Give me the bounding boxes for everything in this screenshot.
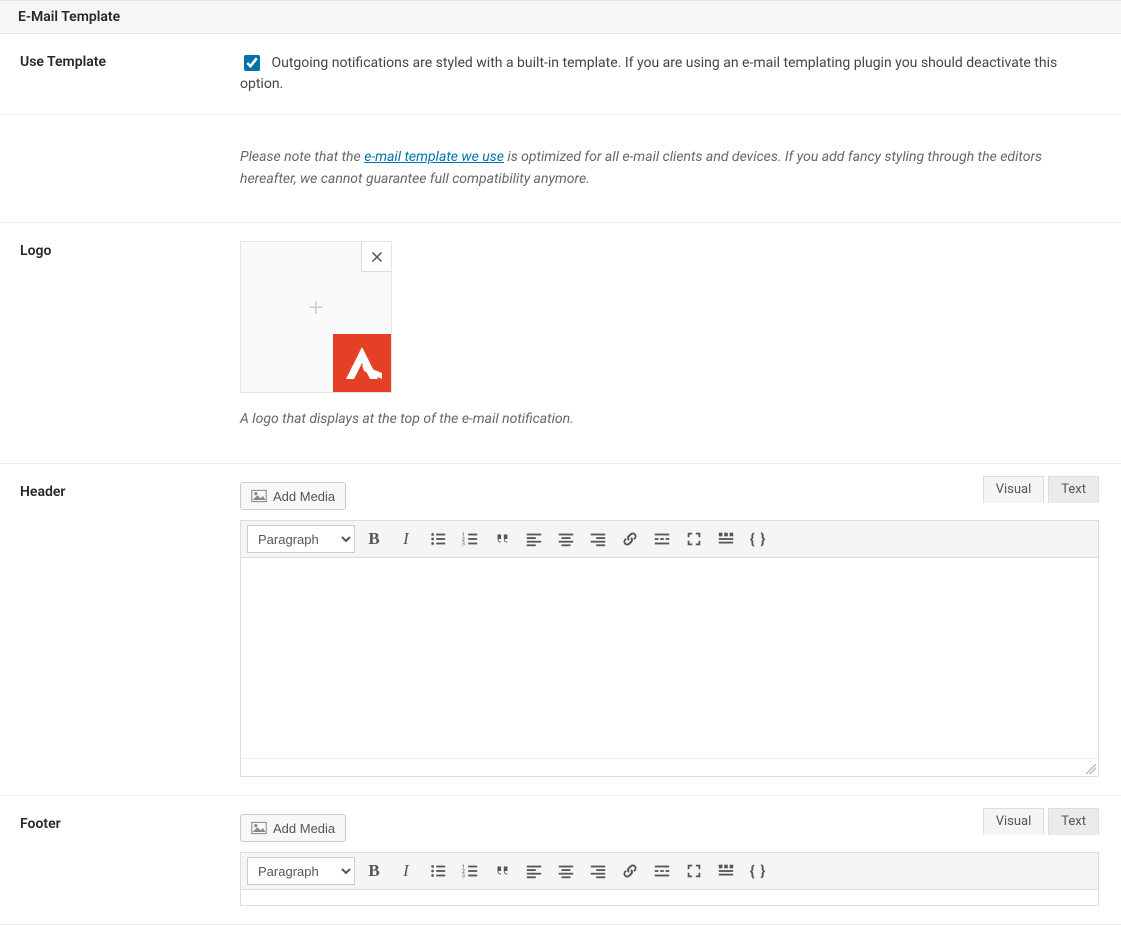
align-right-button[interactable]: [585, 858, 611, 884]
label-header: Header: [0, 464, 240, 796]
align-center-button[interactable]: [553, 526, 579, 552]
fullscreen-button[interactable]: [681, 858, 707, 884]
logo-thumbnail: [333, 334, 391, 392]
number-list-button[interactable]: 123: [457, 526, 483, 552]
header-editor-content[interactable]: [241, 558, 1098, 758]
svg-text:3: 3: [462, 873, 465, 879]
blockquote-button[interactable]: [489, 526, 515, 552]
bullet-list-button[interactable]: [425, 858, 451, 884]
row-use-template: Use Template Outgoing notifications are …: [0, 34, 1121, 115]
note-before: Please note that the: [240, 149, 364, 165]
media-icon: [251, 488, 267, 504]
tab-text-footer[interactable]: Text: [1048, 808, 1099, 835]
align-left-button[interactable]: [521, 858, 547, 884]
link-button[interactable]: [617, 858, 643, 884]
label-use-template: Use Template: [0, 34, 240, 115]
tab-visual-footer[interactable]: Visual: [983, 808, 1045, 835]
bold-button[interactable]: B: [361, 858, 387, 884]
tab-visual[interactable]: Visual: [983, 476, 1045, 503]
add-media-label: Add Media: [273, 821, 335, 836]
editor-statusbar: [241, 758, 1098, 776]
italic-button[interactable]: I: [393, 858, 419, 884]
format-select[interactable]: Paragraph: [247, 525, 355, 553]
section-header: E-Mail Template: [0, 0, 1121, 34]
close-icon: [371, 251, 383, 263]
align-center-button[interactable]: [553, 858, 579, 884]
footer-editor-content[interactable]: [241, 890, 1098, 905]
template-link[interactable]: e-mail template we use: [364, 149, 504, 165]
insert-more-button[interactable]: [649, 526, 675, 552]
shortcode-button[interactable]: { }: [745, 526, 771, 552]
row-note: Please note that the e-mail template we …: [0, 115, 1121, 223]
logo-remove-button[interactable]: [361, 242, 391, 272]
blockquote-button[interactable]: [489, 858, 515, 884]
align-right-button[interactable]: [585, 526, 611, 552]
italic-button[interactable]: I: [393, 526, 419, 552]
toolbar-toggle-button[interactable]: [713, 526, 739, 552]
insert-more-button[interactable]: [649, 858, 675, 884]
footer-editor: Paragraph B I 123 { }: [240, 852, 1099, 906]
link-button[interactable]: [617, 526, 643, 552]
label-logo: Logo: [0, 223, 240, 464]
use-template-checkbox[interactable]: [244, 55, 260, 71]
align-left-button[interactable]: [521, 526, 547, 552]
tab-text[interactable]: Text: [1048, 476, 1099, 503]
logo-upload-box[interactable]: +: [240, 241, 392, 393]
bold-button[interactable]: B: [361, 526, 387, 552]
header-editor: Paragraph B I 123 { }: [240, 520, 1099, 777]
use-template-field[interactable]: Outgoing notifications are styled with a…: [240, 55, 1057, 93]
logo-help: A logo that displays at the top of the e…: [240, 409, 1099, 431]
editor-toolbar: Paragraph B I 123 { }: [241, 521, 1098, 558]
svg-text:3: 3: [462, 541, 465, 547]
add-media-button[interactable]: Add Media: [240, 482, 346, 510]
settings-table: Use Template Outgoing notifications are …: [0, 34, 1121, 925]
row-header: Header Add Media Visual Text Paragraph B…: [0, 464, 1121, 796]
use-template-text: Outgoing notifications are styled with a…: [240, 55, 1057, 93]
row-logo: Logo + A logo that displays at the top o…: [0, 223, 1121, 464]
add-media-button-footer[interactable]: Add Media: [240, 814, 346, 842]
fullscreen-button[interactable]: [681, 526, 707, 552]
shortcode-button[interactable]: { }: [745, 858, 771, 884]
label-footer: Footer: [0, 796, 240, 925]
editor-toolbar-footer: Paragraph B I 123 { }: [241, 853, 1098, 890]
plus-icon: +: [309, 293, 324, 323]
template-note: Please note that the e-mail template we …: [240, 147, 1099, 190]
media-icon: [251, 820, 267, 836]
logo-a-icon: [342, 343, 382, 383]
number-list-button[interactable]: 123: [457, 858, 483, 884]
toolbar-toggle-button[interactable]: [713, 858, 739, 884]
bullet-list-button[interactable]: [425, 526, 451, 552]
add-media-label: Add Media: [273, 489, 335, 504]
row-footer: Footer Add Media Visual Text Paragraph B…: [0, 796, 1121, 925]
